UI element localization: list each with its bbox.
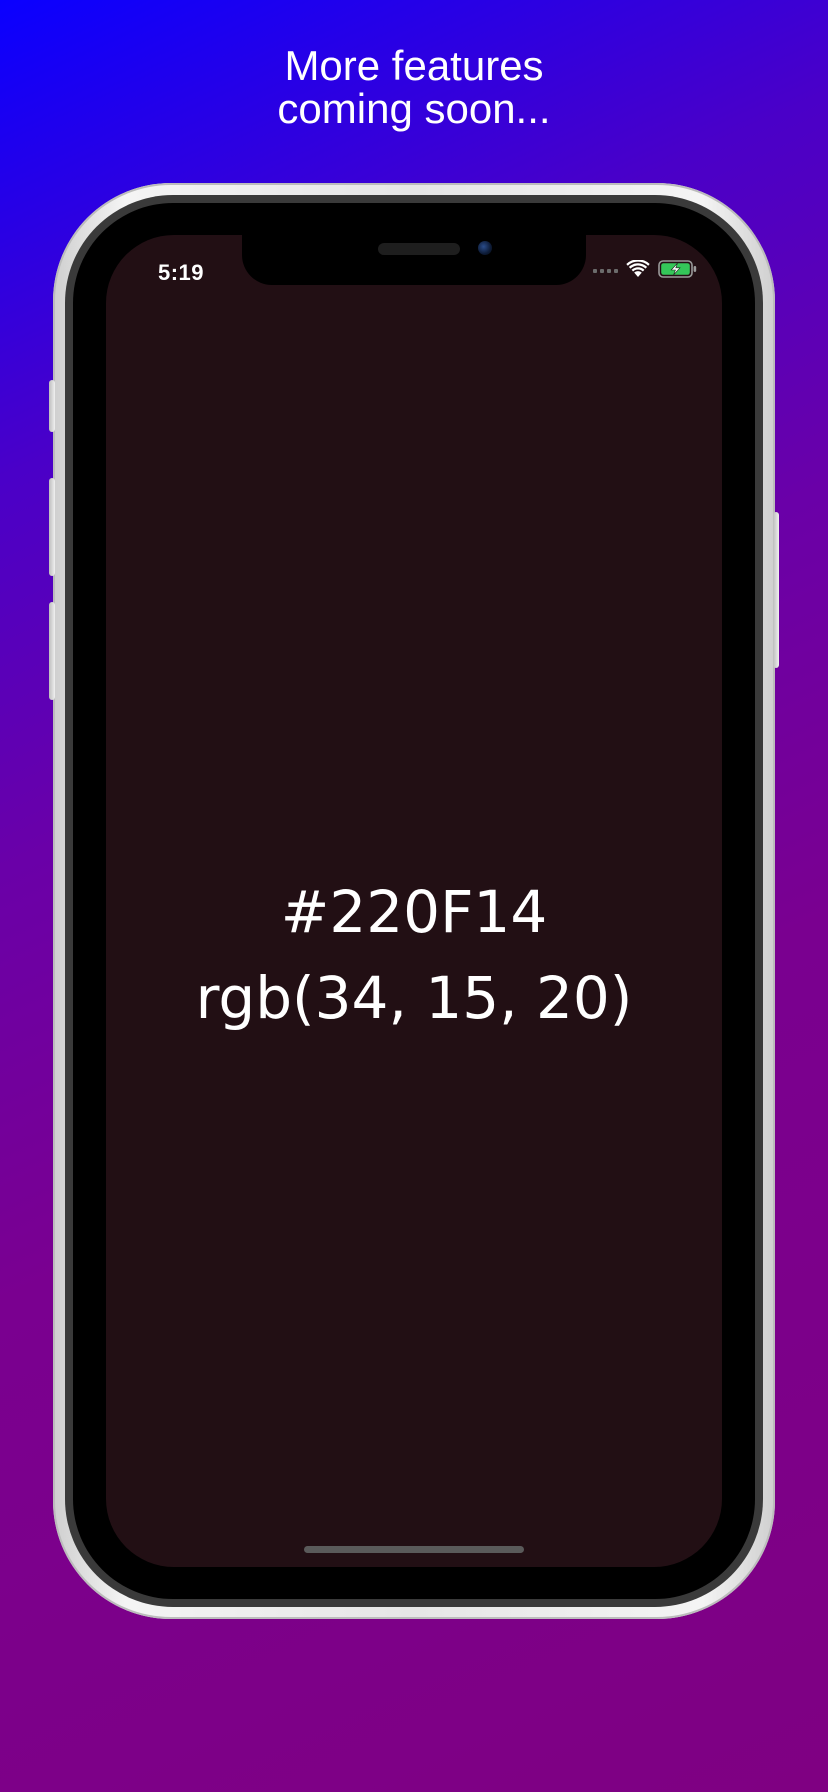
speaker-grille bbox=[378, 243, 460, 255]
volume-down-button bbox=[49, 602, 55, 700]
cellular-signal-icon bbox=[593, 269, 618, 273]
power-button bbox=[773, 512, 779, 668]
battery-charging-icon bbox=[658, 259, 698, 284]
color-readout: #220F14 rgb(34, 15, 20) bbox=[106, 869, 722, 1041]
hex-value: #220F14 bbox=[280, 878, 548, 946]
home-indicator[interactable] bbox=[304, 1546, 524, 1553]
promo-title: More features coming soon... bbox=[0, 44, 828, 130]
wifi-icon bbox=[626, 258, 650, 283]
status-icons bbox=[593, 258, 698, 284]
rgb-value: rgb(34, 15, 20) bbox=[195, 964, 633, 1032]
promo-line-1: More features bbox=[284, 42, 544, 89]
silent-switch bbox=[49, 380, 55, 432]
status-time: 5:19 bbox=[158, 260, 205, 285]
front-camera-icon bbox=[478, 241, 492, 255]
promo-line-2: coming soon... bbox=[277, 85, 551, 132]
volume-up-button bbox=[49, 478, 55, 576]
phone-screen[interactable]: 5:19 #220F14 rgb(34, 15, 20) bbox=[106, 235, 722, 1567]
notch bbox=[242, 235, 586, 285]
